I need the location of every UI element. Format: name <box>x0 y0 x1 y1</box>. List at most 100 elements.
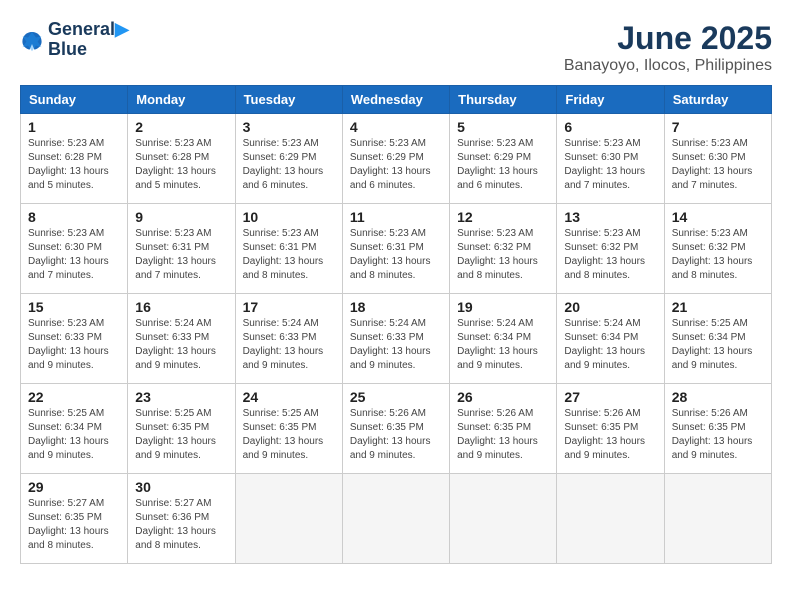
day-number: 16 <box>135 299 227 315</box>
day-9: 9 Sunrise: 5:23 AM Sunset: 6:31 PM Dayli… <box>128 204 235 294</box>
day-18: 18 Sunrise: 5:24 AM Sunset: 6:33 PM Dayl… <box>342 294 449 384</box>
week-row-2: 8 Sunrise: 5:23 AM Sunset: 6:30 PM Dayli… <box>21 204 772 294</box>
calendar-header-row: Sunday Monday Tuesday Wednesday Thursday… <box>21 86 772 114</box>
day-info: Sunrise: 5:23 AM Sunset: 6:29 PM Dayligh… <box>350 137 442 193</box>
day-number: 2 <box>135 119 227 135</box>
day-info: Sunrise: 5:23 AM Sunset: 6:31 PM Dayligh… <box>350 227 442 283</box>
day-info: Sunrise: 5:26 AM Sunset: 6:35 PM Dayligh… <box>672 407 764 463</box>
day-info: Sunrise: 5:23 AM Sunset: 6:31 PM Dayligh… <box>135 227 227 283</box>
day-info: Sunrise: 5:25 AM Sunset: 6:35 PM Dayligh… <box>135 407 227 463</box>
header-friday: Friday <box>557 86 664 114</box>
logo-text: General▶ Blue <box>48 20 129 60</box>
empty-cell <box>235 474 342 564</box>
day-number: 20 <box>564 299 656 315</box>
day-info: Sunrise: 5:27 AM Sunset: 6:36 PM Dayligh… <box>135 497 227 553</box>
day-number: 12 <box>457 209 549 225</box>
day-21: 21 Sunrise: 5:25 AM Sunset: 6:34 PM Dayl… <box>664 294 771 384</box>
calendar-table: Sunday Monday Tuesday Wednesday Thursday… <box>20 85 772 564</box>
day-20: 20 Sunrise: 5:24 AM Sunset: 6:34 PM Dayl… <box>557 294 664 384</box>
day-number: 30 <box>135 479 227 495</box>
day-number: 8 <box>28 209 120 225</box>
day-number: 3 <box>243 119 335 135</box>
day-number: 13 <box>564 209 656 225</box>
day-info: Sunrise: 5:23 AM Sunset: 6:30 PM Dayligh… <box>564 137 656 193</box>
calendar-subtitle: Banayoyo, Ilocos, Philippines <box>564 57 772 75</box>
day-30: 30 Sunrise: 5:27 AM Sunset: 6:36 PM Dayl… <box>128 474 235 564</box>
day-info: Sunrise: 5:23 AM Sunset: 6:30 PM Dayligh… <box>672 137 764 193</box>
day-3: 3 Sunrise: 5:23 AM Sunset: 6:29 PM Dayli… <box>235 114 342 204</box>
week-row-3: 15 Sunrise: 5:23 AM Sunset: 6:33 PM Dayl… <box>21 294 772 384</box>
header: General▶ Blue June 2025 Banayoyo, Ilocos… <box>20 20 772 75</box>
week-row-5: 29 Sunrise: 5:27 AM Sunset: 6:35 PM Dayl… <box>21 474 772 564</box>
day-25: 25 Sunrise: 5:26 AM Sunset: 6:35 PM Dayl… <box>342 384 449 474</box>
day-info: Sunrise: 5:25 AM Sunset: 6:35 PM Dayligh… <box>243 407 335 463</box>
day-number: 15 <box>28 299 120 315</box>
day-23: 23 Sunrise: 5:25 AM Sunset: 6:35 PM Dayl… <box>128 384 235 474</box>
day-info: Sunrise: 5:27 AM Sunset: 6:35 PM Dayligh… <box>28 497 120 553</box>
day-22: 22 Sunrise: 5:25 AM Sunset: 6:34 PM Dayl… <box>21 384 128 474</box>
day-info: Sunrise: 5:25 AM Sunset: 6:34 PM Dayligh… <box>28 407 120 463</box>
day-info: Sunrise: 5:24 AM Sunset: 6:33 PM Dayligh… <box>350 317 442 373</box>
day-info: Sunrise: 5:24 AM Sunset: 6:34 PM Dayligh… <box>457 317 549 373</box>
calendar-title: June 2025 <box>564 20 772 57</box>
header-wednesday: Wednesday <box>342 86 449 114</box>
day-number: 27 <box>564 389 656 405</box>
day-5: 5 Sunrise: 5:23 AM Sunset: 6:29 PM Dayli… <box>450 114 557 204</box>
day-11: 11 Sunrise: 5:23 AM Sunset: 6:31 PM Dayl… <box>342 204 449 294</box>
header-tuesday: Tuesday <box>235 86 342 114</box>
day-17: 17 Sunrise: 5:24 AM Sunset: 6:33 PM Dayl… <box>235 294 342 384</box>
day-number: 9 <box>135 209 227 225</box>
day-number: 19 <box>457 299 549 315</box>
day-number: 11 <box>350 209 442 225</box>
day-27: 27 Sunrise: 5:26 AM Sunset: 6:35 PM Dayl… <box>557 384 664 474</box>
day-number: 14 <box>672 209 764 225</box>
day-info: Sunrise: 5:26 AM Sunset: 6:35 PM Dayligh… <box>457 407 549 463</box>
day-2: 2 Sunrise: 5:23 AM Sunset: 6:28 PM Dayli… <box>128 114 235 204</box>
week-row-1: 1 Sunrise: 5:23 AM Sunset: 6:28 PM Dayli… <box>21 114 772 204</box>
day-info: Sunrise: 5:23 AM Sunset: 6:28 PM Dayligh… <box>28 137 120 193</box>
day-number: 6 <box>564 119 656 135</box>
day-info: Sunrise: 5:24 AM Sunset: 6:33 PM Dayligh… <box>135 317 227 373</box>
day-info: Sunrise: 5:23 AM Sunset: 6:32 PM Dayligh… <box>564 227 656 283</box>
day-info: Sunrise: 5:26 AM Sunset: 6:35 PM Dayligh… <box>350 407 442 463</box>
day-info: Sunrise: 5:26 AM Sunset: 6:35 PM Dayligh… <box>564 407 656 463</box>
day-number: 5 <box>457 119 549 135</box>
day-info: Sunrise: 5:23 AM Sunset: 6:28 PM Dayligh… <box>135 137 227 193</box>
day-10: 10 Sunrise: 5:23 AM Sunset: 6:31 PM Dayl… <box>235 204 342 294</box>
day-15: 15 Sunrise: 5:23 AM Sunset: 6:33 PM Dayl… <box>21 294 128 384</box>
day-4: 4 Sunrise: 5:23 AM Sunset: 6:29 PM Dayli… <box>342 114 449 204</box>
header-thursday: Thursday <box>450 86 557 114</box>
day-number: 29 <box>28 479 120 495</box>
day-12: 12 Sunrise: 5:23 AM Sunset: 6:32 PM Dayl… <box>450 204 557 294</box>
header-monday: Monday <box>128 86 235 114</box>
day-number: 26 <box>457 389 549 405</box>
day-info: Sunrise: 5:23 AM Sunset: 6:32 PM Dayligh… <box>672 227 764 283</box>
day-number: 10 <box>243 209 335 225</box>
day-28: 28 Sunrise: 5:26 AM Sunset: 6:35 PM Dayl… <box>664 384 771 474</box>
day-6: 6 Sunrise: 5:23 AM Sunset: 6:30 PM Dayli… <box>557 114 664 204</box>
empty-cell <box>664 474 771 564</box>
week-row-4: 22 Sunrise: 5:25 AM Sunset: 6:34 PM Dayl… <box>21 384 772 474</box>
day-29: 29 Sunrise: 5:27 AM Sunset: 6:35 PM Dayl… <box>21 474 128 564</box>
day-14: 14 Sunrise: 5:23 AM Sunset: 6:32 PM Dayl… <box>664 204 771 294</box>
header-sunday: Sunday <box>21 86 128 114</box>
header-saturday: Saturday <box>664 86 771 114</box>
day-info: Sunrise: 5:23 AM Sunset: 6:33 PM Dayligh… <box>28 317 120 373</box>
day-info: Sunrise: 5:23 AM Sunset: 6:29 PM Dayligh… <box>243 137 335 193</box>
day-number: 7 <box>672 119 764 135</box>
day-number: 4 <box>350 119 442 135</box>
day-13: 13 Sunrise: 5:23 AM Sunset: 6:32 PM Dayl… <box>557 204 664 294</box>
day-info: Sunrise: 5:23 AM Sunset: 6:32 PM Dayligh… <box>457 227 549 283</box>
day-number: 23 <box>135 389 227 405</box>
day-7: 7 Sunrise: 5:23 AM Sunset: 6:30 PM Dayli… <box>664 114 771 204</box>
day-16: 16 Sunrise: 5:24 AM Sunset: 6:33 PM Dayl… <box>128 294 235 384</box>
logo-icon <box>20 28 44 52</box>
day-26: 26 Sunrise: 5:26 AM Sunset: 6:35 PM Dayl… <box>450 384 557 474</box>
day-info: Sunrise: 5:23 AM Sunset: 6:29 PM Dayligh… <box>457 137 549 193</box>
day-number: 21 <box>672 299 764 315</box>
day-24: 24 Sunrise: 5:25 AM Sunset: 6:35 PM Dayl… <box>235 384 342 474</box>
day-info: Sunrise: 5:24 AM Sunset: 6:33 PM Dayligh… <box>243 317 335 373</box>
day-19: 19 Sunrise: 5:24 AM Sunset: 6:34 PM Dayl… <box>450 294 557 384</box>
day-info: Sunrise: 5:25 AM Sunset: 6:34 PM Dayligh… <box>672 317 764 373</box>
day-number: 22 <box>28 389 120 405</box>
